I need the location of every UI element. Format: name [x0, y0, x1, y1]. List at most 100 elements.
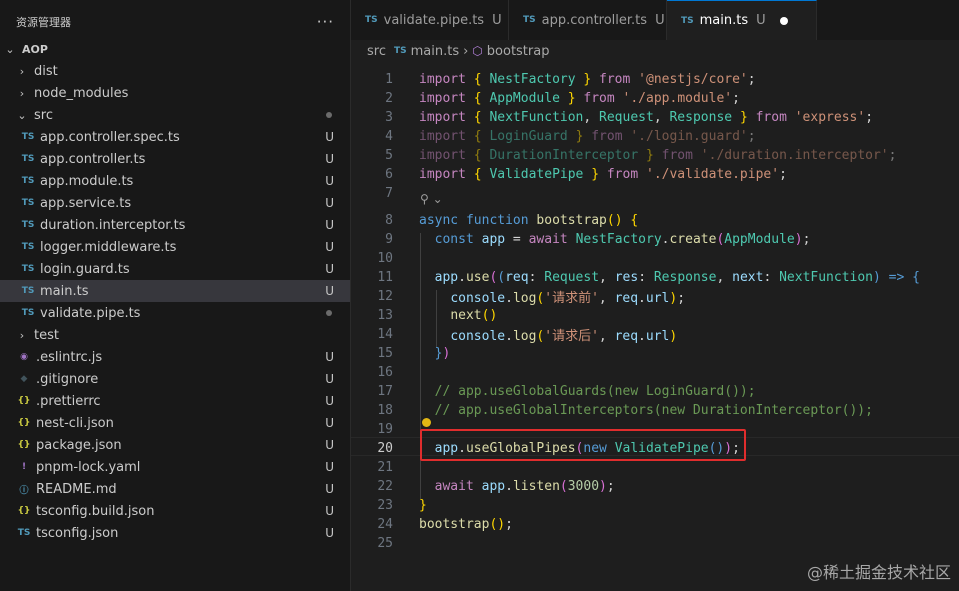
root-folder-label: AOP — [22, 42, 48, 56]
tree-item-node-modules[interactable]: › node_modules — [0, 82, 350, 104]
tree-item-app-service-ts[interactable]: TS app.service.ts U — [0, 192, 350, 214]
md-file-icon: ⓘ — [19, 485, 29, 496]
git-status-badge: U — [325, 218, 334, 232]
line-number: 12 — [377, 289, 393, 304]
tree-item-label: logger.middleware.ts — [40, 239, 177, 255]
more-actions-icon[interactable]: ··· — [317, 13, 334, 31]
json-file-icon: {} — [17, 396, 31, 406]
code-editor[interactable]: ⚲ ⌄ 1 import { NestFactory } from '@nestj… — [351, 62, 959, 591]
line-number: 6 — [385, 167, 393, 182]
code-text: async function bootstrap() { — [419, 213, 639, 228]
code-line: 15 }) — [351, 344, 959, 363]
tree-item-test[interactable]: › test — [0, 324, 350, 346]
code-line: 10 — [351, 249, 959, 268]
tree-item-readme-md[interactable]: ⓘ README.md U — [0, 478, 350, 500]
line-number: 14 — [377, 327, 393, 342]
editor-tabs: TS validate.pipe.ts U TS app.controller.ts U T… — [351, 0, 959, 40]
line-number: 11 — [377, 270, 393, 285]
code-text: app.useGlobalPipes(new ValidatePipe()); — [434, 441, 740, 456]
code-line: 5 import { DurationInterceptor } from './… — [351, 146, 959, 165]
ts-file-icon: TS — [365, 15, 378, 25]
code-line: 9 const app = await NestFactory.create(A… — [351, 230, 959, 249]
yaml-file-icon: ! — [21, 462, 27, 472]
tree-item-pnpm-lock-yaml[interactable]: ! pnpm-lock.yaml U — [0, 456, 350, 478]
git-status-badge: U — [325, 438, 334, 452]
tree-item-label: login.guard.ts — [40, 261, 130, 277]
ts-file-icon: TS — [21, 286, 35, 296]
tree-item-dist[interactable]: › dist — [0, 60, 350, 82]
chevron-down-icon: ⌄ — [17, 108, 27, 122]
code-line: 1 import { NestFactory } from '@nestjs/co… — [351, 70, 959, 89]
chevron-right-icon: › — [19, 328, 25, 342]
code-text: app.use((req: Request, res: Response, ne… — [434, 270, 920, 285]
tree-item-login-guard-ts[interactable]: TS login.guard.ts U — [0, 258, 350, 280]
git-status-badge: U — [325, 460, 334, 474]
line-number: 19 — [377, 422, 393, 437]
code-line: 13 next() — [351, 306, 959, 325]
code-text: import { AppModule } from './app.module'… — [419, 91, 740, 106]
symbol-method-icon: ⬡ — [472, 44, 483, 58]
code-text: bootstrap(); — [419, 517, 513, 532]
tree-item--eslintrc-js[interactable]: ◉ .eslintrc.js U — [0, 346, 350, 368]
code-line: 18 // app.useGlobalInterceptors(new Dura… — [351, 401, 959, 420]
line-number: 5 — [385, 148, 393, 163]
modified-dot-icon — [326, 310, 332, 316]
tree-item-label: src — [34, 107, 53, 123]
git-status-badge: U — [655, 12, 665, 28]
unsaved-dot-icon[interactable] — [779, 16, 788, 25]
tree-item--prettierrc[interactable]: {} .prettierrc U — [0, 390, 350, 412]
tree-item-app-module-ts[interactable]: TS app.module.ts U — [0, 170, 350, 192]
ts-file-icon: TS — [21, 220, 35, 230]
code-line: 4 import { LoginGuard } from './login.gua… — [351, 127, 959, 146]
code-line: 24 bootstrap(); — [351, 515, 959, 534]
line-number: 8 — [385, 213, 393, 228]
git-status-badge: U — [325, 174, 334, 188]
git-status-badge: U — [492, 12, 502, 28]
git-status-badge: U — [325, 416, 334, 430]
code-text: console.log('请求前', req.url); — [450, 291, 686, 306]
code-line: 22 await app.listen(3000); — [351, 477, 959, 496]
breadcrumb-folder[interactable]: src — [367, 44, 386, 59]
line-number: 2 — [385, 91, 393, 106]
tree-item-label: nest-cli.json — [36, 415, 114, 431]
line-number: 24 — [377, 517, 393, 532]
tree-item-main-ts[interactable]: TS main.ts U — [0, 280, 350, 302]
tree-item-tsconfig-build-json[interactable]: {} tsconfig.build.json U — [0, 500, 350, 522]
code-text: const app = await NestFactory.create(App… — [434, 232, 811, 247]
code-line: 8 async function bootstrap() { — [351, 211, 959, 230]
tree-item-nest-cli-json[interactable]: {} nest-cli.json U — [0, 412, 350, 434]
chevron-right-icon: › — [463, 43, 469, 59]
ts-file-icon: TS — [21, 154, 35, 164]
tree-item-logger-middleware-ts[interactable]: TS logger.middleware.ts U — [0, 236, 350, 258]
git-status-badge: U — [325, 196, 334, 210]
tab-app-controller-ts[interactable]: TS app.controller.ts U — [509, 0, 667, 40]
tree-item--gitignore[interactable]: ◆ .gitignore U — [0, 368, 350, 390]
tree-item-label: dist — [34, 63, 58, 79]
git-status-badge: U — [325, 130, 334, 144]
line-number: 18 — [377, 403, 393, 418]
line-number: 1 — [385, 72, 393, 87]
tab-validate-pipe-ts[interactable]: TS validate.pipe.ts U — [351, 0, 509, 40]
tree-item-validate-pipe-ts[interactable]: TS validate.pipe.ts — [0, 302, 350, 324]
ts-file-icon: TS — [523, 15, 536, 25]
tree-item-package-json[interactable]: {} package.json U — [0, 434, 350, 456]
tree-item-label: tsconfig.json — [36, 525, 119, 541]
tab-main-ts[interactable]: TS main.ts U — [667, 0, 817, 40]
chevron-down-icon: ⌄ — [5, 42, 15, 56]
tree-item-label: duration.interceptor.ts — [40, 217, 186, 233]
tree-item-tsconfig-json[interactable]: TS tsconfig.json U — [0, 522, 350, 544]
tree-item-label: app.controller.ts — [40, 151, 146, 167]
root-folder-aop[interactable]: ⌄ AOP — [0, 38, 350, 60]
code-line: 21 — [351, 458, 959, 477]
line-number: 21 — [377, 460, 393, 475]
code-text: import { NestFactory } from '@nestjs/cor… — [419, 72, 756, 87]
tree-item-app-controller-ts[interactable]: TS app.controller.ts U — [0, 148, 350, 170]
tree-item-duration-interceptor-ts[interactable]: TS duration.interceptor.ts U — [0, 214, 350, 236]
tree-item-src[interactable]: ⌄ src — [0, 104, 350, 126]
git-status-badge: U — [325, 350, 334, 364]
tree-item-app-controller-spec-ts[interactable]: TS app.controller.spec.ts U — [0, 126, 350, 148]
tree-item-label: main.ts — [40, 283, 89, 299]
breadcrumb-symbol[interactable]: bootstrap — [487, 44, 550, 59]
code-text: import { LoginGuard } from './login.guar… — [419, 129, 756, 144]
breadcrumb-file[interactable]: main.ts — [411, 44, 459, 59]
